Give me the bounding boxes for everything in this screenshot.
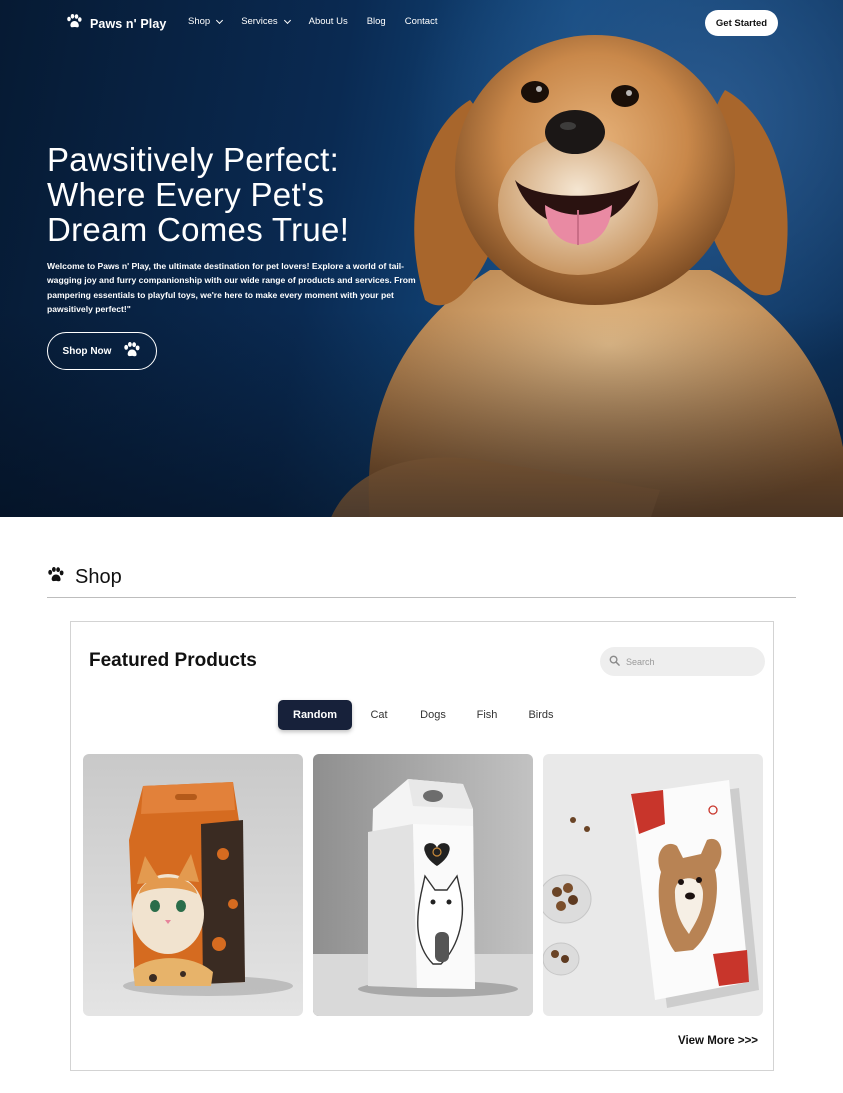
product-card-dog-food-bag[interactable] [543, 754, 763, 1016]
brand-name: Paws n' Play [90, 17, 167, 31]
category-tabs: Random Cat Dogs Fish Birds [278, 700, 568, 730]
nav-item-contact[interactable]: Contact [405, 16, 438, 27]
shop-now-button[interactable]: Shop Now [47, 332, 157, 370]
product-image [313, 754, 533, 1016]
featured-products-title: Featured Products [89, 650, 257, 671]
product-card-white-cat-box[interactable] [313, 754, 533, 1016]
chevron-down-icon [283, 16, 291, 24]
hero-section: Paws n' Play Shop Services About Us Blog… [0, 0, 843, 517]
hero-title: Pawsitively Perfect: Where Every Pet's D… [47, 142, 427, 247]
nav-links: Shop Services About Us Blog Contact [188, 16, 456, 27]
chevron-down-icon [216, 16, 224, 24]
view-more-link[interactable]: View More >>> [678, 1035, 758, 1047]
hero-title-line: Dream Comes True! [47, 211, 350, 248]
nav-item-label: Contact [404, 16, 438, 27]
product-card-cat-food-bag[interactable] [83, 754, 303, 1016]
product-image [83, 754, 303, 1016]
top-nav: Paws n' Play Shop Services About Us Blog… [0, 0, 843, 46]
tab-random[interactable]: Random [278, 700, 352, 730]
nav-item-about-us[interactable]: About Us [309, 16, 348, 27]
tab-fish[interactable]: Fish [460, 700, 514, 730]
brand-logo[interactable]: Paws n' Play [66, 14, 166, 34]
product-grid [83, 754, 763, 1016]
nav-item-label: Services [241, 16, 278, 27]
search-icon [609, 653, 620, 671]
paw-icon [47, 567, 65, 588]
tab-birds[interactable]: Birds [514, 700, 568, 730]
paw-icon [123, 341, 141, 361]
tab-cat[interactable]: Cat [352, 700, 406, 730]
nav-item-blog[interactable]: Blog [367, 16, 386, 27]
tab-dogs[interactable]: Dogs [406, 700, 460, 730]
nav-item-label: Shop [188, 16, 211, 27]
shop-now-label: Shop Now [62, 345, 112, 357]
shop-section-header: Shop [47, 566, 122, 589]
paw-icon [66, 14, 83, 34]
hero-title-line: Where Every Pet's [47, 176, 325, 213]
get-started-button[interactable]: Get Started [705, 10, 778, 36]
hero-description: Welcome to Paws n' Play, the ultimate de… [47, 261, 416, 314]
nav-item-shop[interactable]: Shop [188, 16, 224, 27]
nav-item-label: About Us [308, 16, 348, 27]
shop-section-title: Shop [75, 566, 122, 588]
search-input[interactable] [626, 656, 756, 667]
hero-title-line: Pawsitively Perfect: [47, 141, 340, 178]
search-box[interactable] [600, 647, 765, 676]
section-divider [47, 597, 796, 598]
product-image [543, 754, 763, 1016]
nav-item-label: Blog [366, 16, 386, 27]
nav-item-services[interactable]: Services [241, 16, 291, 27]
featured-products-card: Featured Products Random Cat Dogs Fish B… [70, 621, 774, 1071]
